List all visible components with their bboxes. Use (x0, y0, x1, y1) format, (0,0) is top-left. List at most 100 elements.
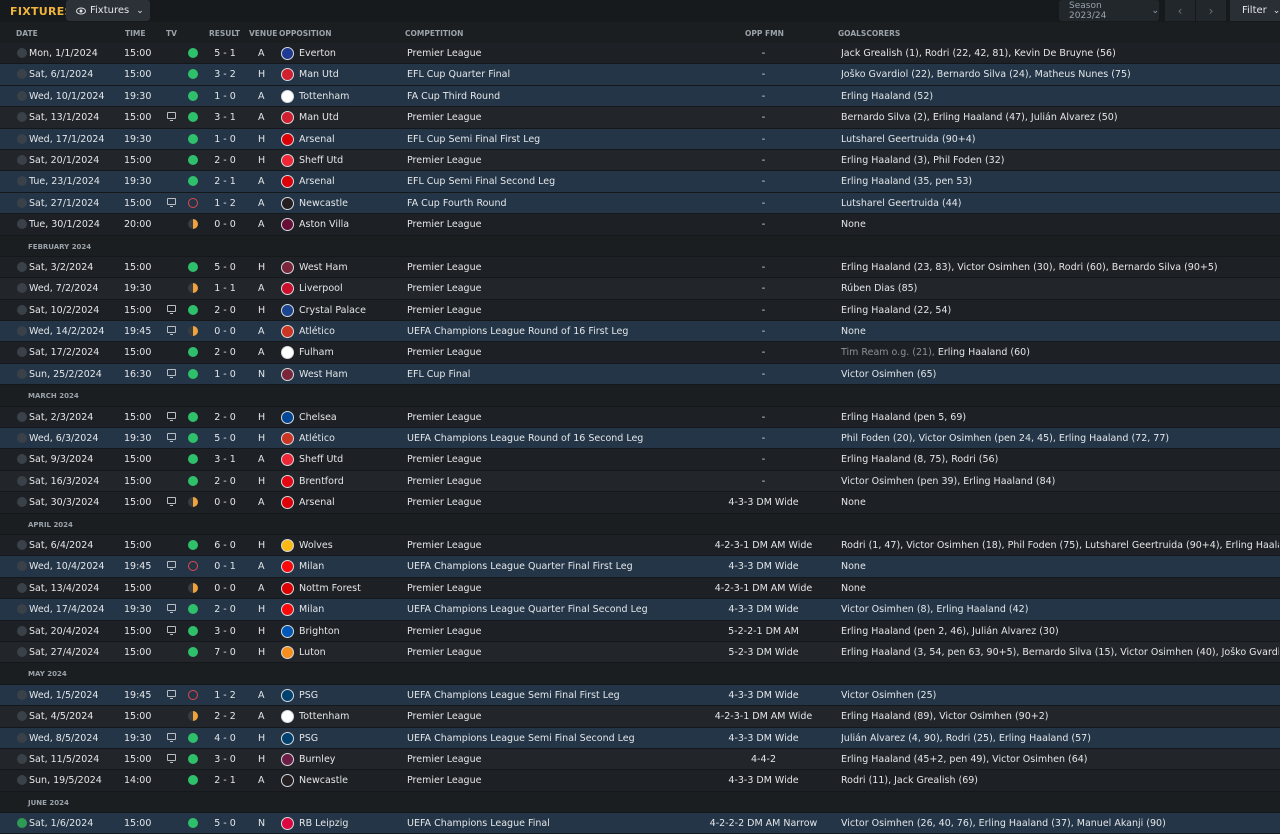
fixture-opponent[interactable]: Atlético (299, 326, 335, 337)
fixture-score[interactable]: 2 - 0 (211, 604, 239, 615)
fixture-row[interactable]: Mon, 1/1/2024 15:00 5 - 1 A Everton Premier L… (0, 43, 1280, 65)
fixture-competition[interactable]: Premier League (407, 540, 481, 551)
fixture-competition[interactable]: Premier League (407, 112, 481, 123)
fixture-score[interactable]: 7 - 0 (211, 647, 239, 658)
fixture-competition[interactable]: Premier League (407, 305, 481, 316)
fixture-row[interactable]: Wed, 17/1/2024 19:30 1 - 0 H Arsenal EFL Cup … (0, 128, 1280, 150)
fixture-competition[interactable]: Premier League (407, 476, 481, 487)
fixture-score[interactable]: 1 - 0 (211, 369, 239, 380)
fixture-score[interactable]: 2 - 0 (211, 305, 239, 316)
fixture-score[interactable]: 3 - 0 (211, 754, 239, 765)
fixture-score[interactable]: 3 - 2 (211, 69, 239, 80)
fixture-row[interactable]: Wed, 14/2/2024 19:45 0 - 0 A Atlético UEFA Ch… (0, 321, 1280, 343)
fixture-score[interactable]: 2 - 2 (211, 711, 239, 722)
fixture-competition[interactable]: Premier League (407, 454, 481, 465)
fixture-opponent[interactable]: West Ham (299, 369, 348, 380)
fixture-score[interactable]: 4 - 0 (211, 733, 239, 744)
fixture-opponent[interactable]: Liverpool (299, 283, 343, 294)
fixture-competition[interactable]: Premier League (407, 647, 481, 658)
fixture-score[interactable]: 1 - 0 (211, 134, 239, 145)
fixture-score[interactable]: 3 - 1 (211, 112, 239, 123)
fixture-competition[interactable]: UEFA Champions League Round of 16 Second… (407, 433, 643, 444)
fixture-competition[interactable]: FA Cup Fourth Round (407, 198, 507, 209)
fixture-score[interactable]: 2 - 1 (211, 775, 239, 786)
fixture-score[interactable]: 0 - 0 (211, 583, 239, 594)
fixture-row[interactable]: Tue, 23/1/2024 19:30 2 - 1 A Arsenal EFL Cup … (0, 171, 1280, 193)
fixture-row[interactable]: Wed, 17/4/2024 19:30 2 - 0 H Milan UEFA Champ… (0, 599, 1280, 621)
fixture-score[interactable]: 1 - 0 (211, 91, 239, 102)
fixture-opponent[interactable]: PSG (299, 690, 318, 701)
fixture-row[interactable]: Tue, 30/1/2024 20:00 0 - 0 A Aston Villa Prem… (0, 214, 1280, 236)
fixture-score[interactable]: 2 - 0 (211, 155, 239, 166)
column-header-date[interactable]: DATE (16, 29, 38, 38)
fixture-score[interactable]: 2 - 0 (211, 412, 239, 423)
fixture-row[interactable]: Sat, 13/1/2024 15:00 3 - 1 A Man Utd Premier … (0, 107, 1280, 129)
view-dropdown[interactable]: Fixtures ⌄ (66, 0, 150, 21)
fixture-score[interactable]: 2 - 1 (211, 176, 239, 187)
next-season-button[interactable]: › (1196, 0, 1226, 21)
fixture-row[interactable]: Sat, 27/1/2024 15:00 1 - 2 A Newcastle FA Cup… (0, 192, 1280, 215)
fixture-row[interactable]: Wed, 1/5/2024 19:45 1 - 2 A PSG UEFA Champion… (0, 684, 1280, 707)
fixture-score[interactable]: 2 - 0 (211, 347, 239, 358)
fixture-opponent[interactable]: West Ham (299, 262, 348, 273)
fixture-competition[interactable]: FA Cup Third Round (407, 91, 500, 102)
fixture-opponent[interactable]: Newcastle (299, 198, 348, 209)
fixture-opponent[interactable]: Tottenham (299, 711, 349, 722)
fixture-score[interactable]: 5 - 1 (211, 48, 239, 59)
fixture-opponent[interactable]: Milan (299, 604, 324, 615)
fixture-score[interactable]: 0 - 0 (211, 497, 239, 508)
fixture-row[interactable]: Wed, 6/3/2024 19:30 5 - 0 H Atlético UEFA Cha… (0, 428, 1280, 450)
fixture-score[interactable]: 3 - 0 (211, 626, 239, 637)
fixture-score[interactable]: 0 - 1 (211, 561, 239, 572)
fixture-competition[interactable]: UEFA Champions League Semi Final Second … (407, 733, 635, 744)
fixture-row[interactable]: Sat, 3/2/2024 15:00 5 - 0 H West Ham Premier … (0, 256, 1280, 279)
fixture-row[interactable]: Sat, 17/2/2024 15:00 2 - 0 A Fulham Premier L… (0, 342, 1280, 364)
column-header-result[interactable]: RESULT (209, 29, 240, 38)
fixture-opponent[interactable]: Wolves (299, 540, 333, 551)
column-header-time[interactable]: TIME (125, 29, 146, 38)
fixture-competition[interactable]: Premier League (407, 754, 481, 765)
fixture-score[interactable]: 5 - 0 (211, 818, 239, 829)
fixture-row[interactable]: Sat, 20/1/2024 15:00 2 - 0 H Sheff Utd Premie… (0, 149, 1280, 172)
fixture-competition[interactable]: Premier League (407, 497, 481, 508)
fixture-row[interactable]: Sat, 10/2/2024 15:00 2 - 0 H Crystal Palace P… (0, 299, 1280, 322)
fixture-competition[interactable]: EFL Cup Semi Final First Leg (407, 134, 540, 145)
fixture-row[interactable]: Wed, 10/1/2024 19:30 1 - 0 A Tottenham FA Cup… (0, 85, 1280, 108)
fixture-row[interactable]: Wed, 10/4/2024 19:45 0 - 1 A Milan UEFA Champ… (0, 556, 1280, 578)
fixture-competition[interactable]: UEFA Champions League Quarter Final Firs… (407, 561, 633, 572)
fixture-row[interactable]: Sat, 20/4/2024 15:00 3 - 0 H Brighton Premier… (0, 620, 1280, 642)
fixture-row[interactable]: Sat, 2/3/2024 15:00 2 - 0 H Chelsea Premier L… (0, 406, 1280, 429)
fixture-competition[interactable]: UEFA Champions League Quarter Final Seco… (407, 604, 648, 615)
fixture-score[interactable]: 1 - 2 (211, 690, 239, 701)
fixture-opponent[interactable]: Brighton (299, 626, 340, 637)
column-header-venue[interactable]: VENUE (249, 29, 277, 38)
fixture-opponent[interactable]: Luton (299, 647, 326, 658)
fixture-opponent[interactable]: Sheff Utd (299, 155, 343, 166)
fixture-score[interactable]: 1 - 2 (211, 198, 239, 209)
fixture-competition[interactable]: Premier League (407, 583, 481, 594)
fixture-row[interactable]: Sat, 6/4/2024 15:00 6 - 0 H Wolves Premier Le… (0, 534, 1280, 557)
fixture-opponent[interactable]: Atlético (299, 433, 335, 444)
fixture-competition[interactable]: Premier League (407, 219, 481, 230)
fixture-competition[interactable]: Premier League (407, 48, 481, 59)
fixture-opponent[interactable]: Burnley (299, 754, 335, 765)
fixture-competition[interactable]: EFL Cup Semi Final Second Leg (407, 176, 555, 187)
column-header-competition[interactable]: COMPETITION (405, 29, 463, 38)
fixture-competition[interactable]: Premier League (407, 626, 481, 637)
fixture-opponent[interactable]: Newcastle (299, 775, 348, 786)
fixture-opponent[interactable]: Aston Villa (299, 219, 349, 230)
fixture-row[interactable]: Sat, 4/5/2024 15:00 2 - 2 A Tottenham Premier… (0, 706, 1280, 728)
fixture-opponent[interactable]: Nottm Forest (299, 583, 361, 594)
fixture-competition[interactable]: Premier League (407, 412, 481, 423)
fixture-competition[interactable]: EFL Cup Final (407, 369, 470, 380)
column-header-tv[interactable]: TV (166, 29, 177, 38)
fixture-competition[interactable]: Premier League (407, 775, 481, 786)
fixture-opponent[interactable]: Milan (299, 561, 324, 572)
fixture-row[interactable]: Sun, 19/5/2024 14:00 2 - 1 A Newcastle Premie… (0, 770, 1280, 792)
fixture-opponent[interactable]: Chelsea (299, 412, 337, 423)
fixture-competition[interactable]: Premier League (407, 262, 481, 273)
fixture-score[interactable]: 0 - 0 (211, 326, 239, 337)
filter-button[interactable]: Filter ⌄ (1230, 0, 1280, 21)
fixture-opponent[interactable]: Arsenal (299, 134, 335, 145)
season-dropdown[interactable]: Season 2023/24 ⌄ (1059, 0, 1159, 21)
